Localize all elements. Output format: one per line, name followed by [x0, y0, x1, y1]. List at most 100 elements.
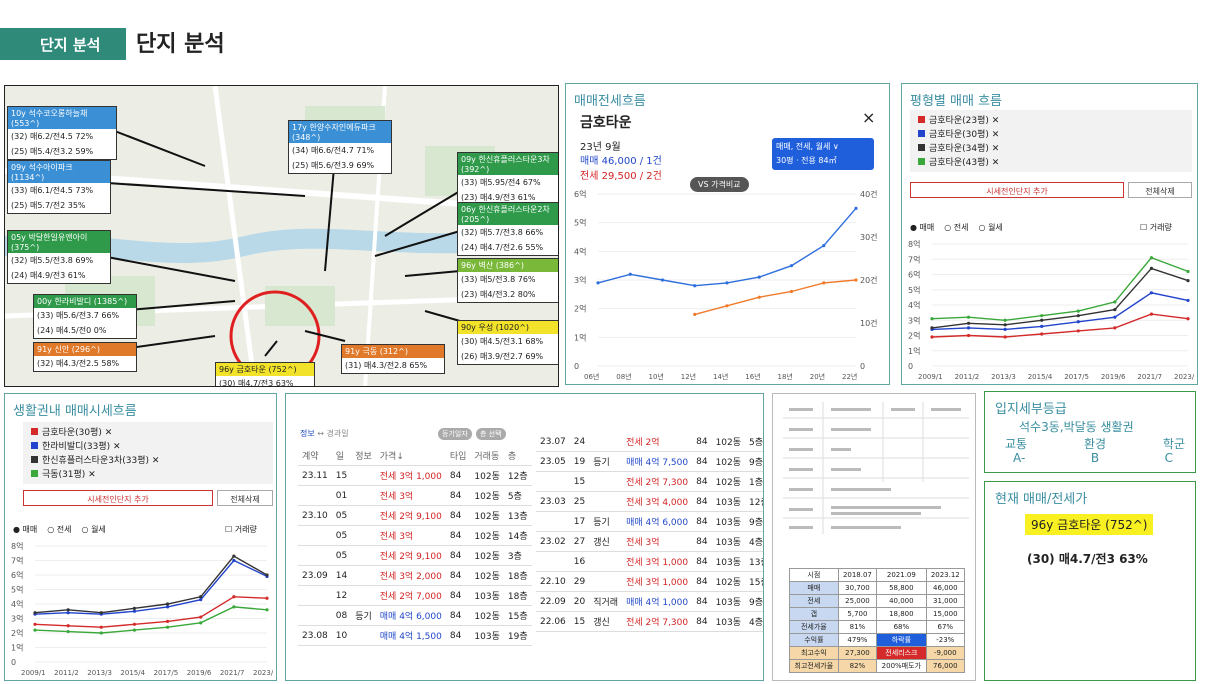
grade-area: 석수3동,박달동 생활권: [1019, 420, 1134, 434]
table-row[interactable]: 22.06 15 갱신 전세 2억 7,300 84 103동 4층: [536, 611, 763, 632]
table-cell: 84: [445, 565, 471, 586]
table-cell: [589, 551, 623, 572]
table-row[interactable]: 08 등기 매매 4억 6,000 84 102동 15층: [298, 605, 532, 626]
map-label-row: (34) 매6.6/전4.7 71%: [292, 146, 375, 155]
data-point: [232, 595, 236, 599]
volume-checkbox[interactable]: ☐ 거래량: [225, 524, 257, 535]
table-row[interactable]: 23.07 24 전세 2억 84 102동 5층: [536, 432, 763, 452]
data-point: [1149, 256, 1154, 260]
table-row[interactable]: 23.0325 전세 3억 4,00084103동12층: [536, 491, 763, 512]
clear-all-button[interactable]: 전체삭제: [1128, 182, 1192, 198]
map-label-row: (31) 매4.3/전2.8 65%: [345, 361, 428, 370]
y-tick-label: 0: [11, 658, 16, 667]
table-cell: 479%: [837, 633, 878, 647]
column-header: 타입: [445, 446, 471, 466]
legend-item[interactable]: 금호타운(23평) ✕: [918, 113, 1184, 126]
type-filter-button[interactable]: 매매, 전세, 월세 ∨ 30평 · 전용 84㎡: [772, 138, 874, 170]
map-label-row: (24) 매4.5/전0 0%: [37, 326, 107, 335]
table-row[interactable]: 17 등기 매매 4억 6,000 84 103동 9층: [536, 511, 763, 532]
registry-date-button[interactable]: 등기일자: [438, 428, 472, 440]
life-radios[interactable]: ● 매매 ○ 전세 ○ 월세: [13, 524, 106, 535]
radio-jeonse[interactable]: ○ 전세: [944, 222, 968, 233]
data-point: [33, 628, 37, 632]
data-point: [99, 611, 103, 615]
data-point: [930, 326, 934, 330]
data-point: [1186, 279, 1190, 283]
table-row[interactable]: 23.08 10 매매 4억 1,500 84 103동 19층: [298, 625, 532, 646]
y-tick-label: 8억: [908, 239, 920, 249]
map-label: 09y 한신휴플러스타운3차 (392^) (33) 매5.95/전4 67% …: [457, 152, 558, 206]
legend-item[interactable]: 금호타운(34평) ✕: [918, 141, 1184, 154]
y-tick-label: 2억: [908, 331, 920, 341]
x-tick-label: 2009/1: [918, 373, 943, 381]
table-cell: 전세 3억 2,000: [375, 565, 446, 586]
data-point: [854, 278, 858, 282]
table-cell: 갱신: [589, 611, 623, 632]
radio-monthly[interactable]: ○ 월세: [82, 524, 106, 535]
table-row[interactable]: 05 전세 2억 9,100 84 102동 3층: [298, 545, 532, 566]
table-row[interactable]: 23.11 15 전세 3억 1,000 84 102동 12층: [298, 465, 532, 486]
data-point: [165, 625, 170, 629]
table-row[interactable]: 23.05 19 등기 매매 4억 7,500 84 102동 9층: [536, 451, 763, 472]
legend-item[interactable]: 극동(31평) ✕: [31, 467, 265, 480]
radio-sale[interactable]: ● 매매: [910, 222, 934, 233]
legend-item[interactable]: 한라비발디(33평) ✕: [31, 439, 265, 452]
tab-info[interactable]: 정보: [300, 429, 315, 438]
table-cell: 103동: [711, 531, 746, 552]
size-flow-title: 평형별 매매 흐름: [910, 94, 1002, 109]
add-complex-button[interactable]: 시세전인단지 추가: [910, 182, 1124, 198]
map-label-row: (30) 매4.5/전3.1 68%: [461, 337, 544, 346]
table-row[interactable]: 23.02 27 갱신 전세 3억 84 103동 4층: [536, 531, 763, 552]
radio-sale[interactable]: ● 매매: [13, 524, 37, 535]
current-value: (30) 매4.7/전3 63%: [1027, 552, 1148, 566]
table-cell: 84: [692, 451, 712, 472]
legend-item[interactable]: 금호타운(30평) ✕: [918, 127, 1184, 140]
table-row[interactable]: 01 전세 3억 84 102동 5층: [298, 485, 532, 506]
grade-value: B: [1090, 451, 1100, 465]
radio-monthly[interactable]: ○ 월세: [979, 222, 1003, 233]
volume-checkbox[interactable]: ☐ 거래량: [1140, 222, 1172, 233]
table-row: 매매 30,700 58,800 46,000: [789, 581, 966, 595]
table-cell: 등기: [589, 451, 623, 472]
table-row[interactable]: 15 전세 2억 7,300 84 102동 1층: [536, 471, 763, 492]
x-tick-label: 2019/6: [1101, 373, 1126, 381]
map-label-head: 96y 벽산 (386^): [458, 259, 558, 272]
table-row[interactable]: 12 전세 2억 7,000 84 103동 18층: [298, 585, 532, 606]
table-cell: 15층: [745, 571, 763, 592]
table-cell: 전세 2억 7,300: [622, 471, 693, 492]
radio-jeonse[interactable]: ○ 전세: [47, 524, 71, 535]
table-cell: 102동: [470, 545, 504, 566]
table-row[interactable]: 22.1029 전세 3억 1,00084102동15층: [536, 571, 763, 592]
floor-select-button[interactable]: 층 선택: [476, 428, 506, 440]
clear-all-button[interactable]: 전체삭제: [217, 490, 273, 506]
y-tick-label: 5억: [908, 285, 920, 295]
current-price-panel: 현재 매매/전세가 96y 금호타운 (752^) (30) 매4.7/전3 6…: [984, 481, 1196, 681]
table-cell: 23.03: [536, 491, 570, 512]
map-panel[interactable]: 10y 석수코오롱하늘채 (553^) (32) 매6.2/전4.5 72% (…: [4, 85, 559, 387]
legend-item[interactable]: 한신휴플러스타운3차(33평) ✕: [31, 453, 265, 466]
close-icon[interactable]: ×: [862, 108, 875, 127]
deals-tabs[interactable]: 정보 ↔ 경과일: [300, 428, 349, 439]
table-row[interactable]: 16 전세 3억 1,00084103동13층: [536, 551, 763, 572]
table-cell: 58,800: [876, 581, 927, 595]
table-cell: 전세 2억 9,100: [375, 545, 446, 566]
sale-summary: 매매 46,000 / 1건: [580, 156, 662, 167]
table-cell: [351, 565, 376, 586]
y2-tick-label: 40건: [860, 189, 878, 199]
size-radios[interactable]: ● 매매 ○ 전세 ○ 월세: [910, 222, 1003, 233]
tab-elapsed[interactable]: ↔ 경과일: [317, 429, 348, 438]
data-point: [1040, 324, 1044, 328]
table-row[interactable]: 22.09 20 직거래 매매 4억 1,000 84 103동 9층: [536, 591, 763, 612]
table-cell: 18층: [503, 565, 532, 586]
table-cell: 전세 3억 1,000: [375, 465, 446, 486]
table-cell: 18층: [503, 585, 532, 606]
legend-item[interactable]: 금호타운(30평) ✕: [31, 425, 265, 438]
legend-item[interactable]: 금호타운(43평) ✕: [918, 155, 1184, 168]
table-row[interactable]: 23.10 05 전세 2억 9,100 84 102동 13층: [298, 505, 532, 526]
table-cell: 매매 4억 7,500: [622, 451, 693, 472]
table-cell: [351, 625, 376, 646]
add-complex-button[interactable]: 시세전인단지 추가: [23, 490, 213, 506]
table-row[interactable]: 23.09 14 전세 3억 2,000 84 102동 18층: [298, 565, 532, 586]
table-row[interactable]: 05 전세 3억 84 102동 14층: [298, 525, 532, 546]
map-label-head: 90y 우성 (1020^): [458, 321, 558, 334]
